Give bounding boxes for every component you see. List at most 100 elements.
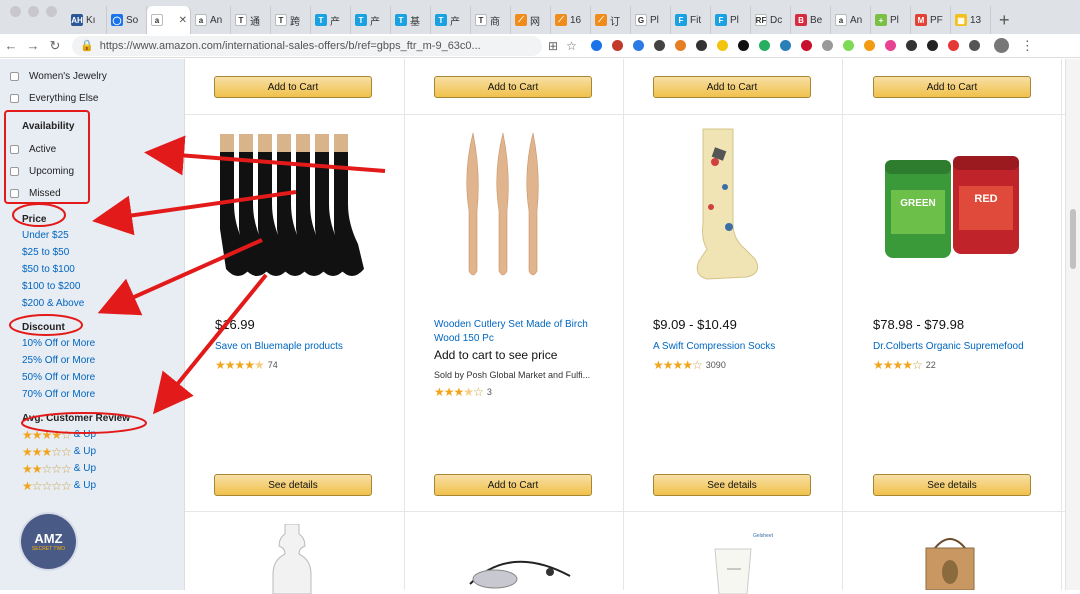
browser-tab[interactable]: a An	[831, 6, 871, 34]
browser-tab[interactable]: + Pl	[871, 6, 911, 34]
browser-tab[interactable]: T产	[431, 6, 471, 34]
extension-icon[interactable]	[653, 40, 665, 51]
filter-availability-missed[interactable]: Missed	[0, 182, 184, 204]
product-title-link[interactable]: Dr.Colberts Organic Supremefood	[873, 340, 1043, 354]
sock-image[interactable]	[685, 127, 765, 282]
add-to-cart-button[interactable]: Add to Cart	[653, 76, 811, 98]
filter-price-50-100[interactable]: $50 to $100	[0, 261, 184, 278]
product-title-link[interactable]: A Swift Compression Socks	[653, 340, 823, 354]
filter-review-2-up[interactable]: ★★☆☆☆ & Up	[0, 460, 184, 477]
filter-review-3-up[interactable]: ★★★☆☆ & Up	[0, 443, 184, 460]
browser-tab[interactable]: T通	[231, 6, 271, 34]
supplement-jars-image[interactable]: GREEN RED	[881, 154, 1031, 264]
extension-icon[interactable]	[842, 40, 854, 51]
browser-tab[interactable]: ⟋ 订	[591, 6, 631, 34]
checkbox[interactable]	[10, 71, 19, 81]
extension-icon[interactable]	[821, 40, 833, 51]
tube-product-image[interactable]: Gelsheet	[705, 529, 775, 594]
add-to-cart-button[interactable]: Add to Cart	[434, 76, 592, 98]
compression-socks-image[interactable]	[215, 134, 375, 284]
address-bar[interactable]: 🔒 https://www.amazon.com/international-s…	[72, 35, 542, 56]
checkbox[interactable]	[10, 188, 19, 198]
checkbox[interactable]	[10, 166, 19, 176]
product-rating[interactable]: ★★★★☆ 3	[434, 385, 492, 399]
page-scrollbar[interactable]	[1065, 59, 1080, 590]
browser-tab[interactable]: T产	[351, 6, 391, 34]
product-rating[interactable]: ★★★★☆ 3090	[653, 358, 726, 372]
filter-availability-upcoming[interactable]: Upcoming	[0, 160, 184, 182]
checkbox[interactable]	[10, 93, 19, 103]
browser-tab[interactable]: ▦ 13	[951, 6, 991, 34]
wooden-knives-image[interactable]	[465, 131, 555, 281]
filter-discount-70[interactable]: 70% Off or More	[0, 386, 184, 403]
back-arrow-icon[interactable]: ←	[0, 38, 22, 53]
forward-arrow-icon[interactable]: →	[22, 38, 44, 53]
reload-icon[interactable]: ↻	[44, 38, 66, 54]
filter-availability-active[interactable]: Active	[0, 138, 184, 160]
minimize-window-icon[interactable]	[28, 5, 39, 17]
headphones-image[interactable]	[465, 554, 575, 594]
extension-icon[interactable]	[863, 40, 875, 51]
browser-tab[interactable]: ⟋ 16	[551, 6, 591, 34]
add-to-cart-button[interactable]: Add to Cart	[873, 76, 1031, 98]
see-details-button[interactable]: See details	[873, 474, 1031, 496]
extension-icon[interactable]	[590, 40, 602, 51]
filter-review-1-up[interactable]: ★☆☆☆☆ & Up	[0, 477, 184, 494]
extension-icon[interactable]	[800, 40, 812, 51]
maximize-window-icon[interactable]	[46, 5, 57, 17]
extension-icon[interactable]	[632, 40, 644, 51]
browser-tab[interactable]: T基	[391, 6, 431, 34]
browser-tab[interactable]: M PF	[911, 6, 951, 34]
browser-tab[interactable]: AH Kı	[67, 6, 107, 34]
browser-tab[interactable]: T产	[311, 6, 351, 34]
browser-tab[interactable]: F Fit	[671, 6, 711, 34]
browser-tab[interactable]: a An	[191, 6, 231, 34]
browser-tab[interactable]: F Pl	[711, 6, 751, 34]
see-details-button[interactable]: See details	[653, 474, 811, 496]
browser-tab[interactable]: ◯ So	[107, 6, 147, 34]
extension-icon[interactable]	[674, 40, 686, 51]
gift-bag-image[interactable]	[920, 534, 980, 590]
extension-icon[interactable]	[947, 40, 959, 51]
extension-icon[interactable]	[779, 40, 791, 51]
product-title-link[interactable]: Save on Bluemaple products	[215, 340, 385, 354]
close-tab-icon[interactable]: ✕	[179, 15, 190, 26]
extension-icon[interactable]	[905, 40, 917, 51]
close-window-icon[interactable]	[10, 5, 21, 17]
browser-tab[interactable]: G Pl	[631, 6, 671, 34]
translate-icon[interactable]: ⊞	[548, 39, 558, 53]
product-title-link[interactable]: Wooden Cutlery Set Made of Birch Wood 15…	[434, 318, 604, 346]
filter-price-200-above[interactable]: $200 & Above	[0, 295, 184, 312]
extension-icon[interactable]	[716, 40, 728, 51]
add-to-cart-button[interactable]: Add to Cart	[434, 474, 592, 496]
bookmark-star-icon[interactable]: ☆	[566, 39, 577, 53]
extension-icon[interactable]	[611, 40, 623, 51]
profile-avatar[interactable]	[993, 38, 1009, 53]
add-to-cart-button[interactable]: Add to Cart	[214, 76, 372, 98]
bottle-image[interactable]	[267, 524, 317, 594]
filter-womens-jewelry[interactable]: Women's Jewelry	[0, 65, 184, 87]
product-rating[interactable]: ★★★★☆ 22	[873, 358, 936, 372]
browser-tab[interactable]: RF Dc	[751, 6, 791, 34]
browser-tab[interactable]: ⟋ 网	[511, 6, 551, 34]
extension-icon[interactable]	[968, 40, 980, 51]
filter-price-under-25[interactable]: Under $25	[0, 227, 184, 244]
filter-discount-25[interactable]: 25% Off or More	[0, 352, 184, 369]
browser-tab[interactable]: a ✕	[147, 6, 191, 34]
extension-icon[interactable]	[737, 40, 749, 51]
extension-icon[interactable]	[695, 40, 707, 51]
extension-icon[interactable]	[758, 40, 770, 51]
filter-review-4-up[interactable]: ★★★★☆ & Up	[0, 426, 184, 443]
browser-tab[interactable]: B Be	[791, 6, 831, 34]
filter-everything-else[interactable]: Everything Else	[0, 87, 184, 109]
filter-price-100-200[interactable]: $100 to $200	[0, 278, 184, 295]
menu-kebab-icon[interactable]: ⋮	[1021, 38, 1034, 54]
filter-price-25-50[interactable]: $25 to $50	[0, 244, 184, 261]
browser-tab[interactable]: T跨	[271, 6, 311, 34]
see-details-button[interactable]: See details	[214, 474, 372, 496]
extension-icon[interactable]	[884, 40, 896, 51]
filter-discount-50[interactable]: 50% Off or More	[0, 369, 184, 386]
checkbox[interactable]	[10, 144, 19, 154]
extension-icon[interactable]	[926, 40, 938, 51]
new-tab-button[interactable]: +	[999, 6, 1010, 34]
